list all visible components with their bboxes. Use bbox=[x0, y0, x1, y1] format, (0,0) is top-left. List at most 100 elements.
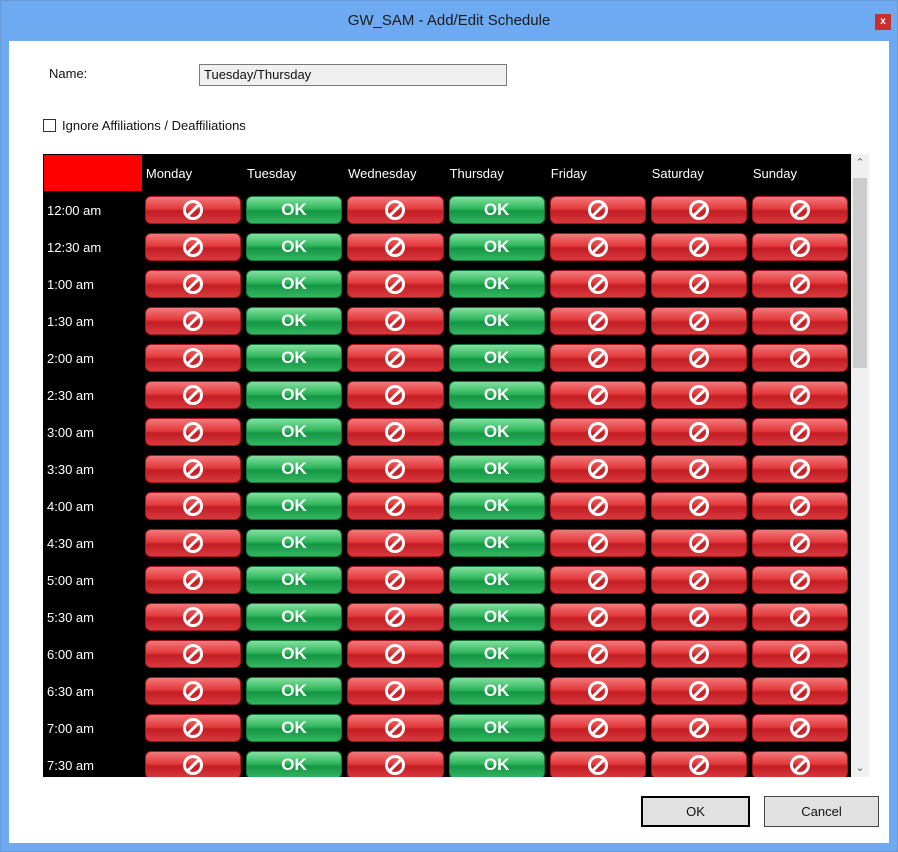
slot-allow-button[interactable]: OK bbox=[245, 196, 343, 224]
slot-deny-button[interactable] bbox=[144, 381, 241, 409]
slot-deny-button[interactable] bbox=[347, 714, 444, 742]
scroll-down-icon[interactable]: ⌄ bbox=[851, 759, 869, 777]
slot-deny-button[interactable] bbox=[144, 492, 241, 520]
slot-deny-button[interactable] bbox=[144, 344, 241, 372]
slot-allow-button[interactable]: OK bbox=[448, 418, 545, 446]
slot-deny-button[interactable] bbox=[549, 270, 646, 298]
slot-deny-button[interactable] bbox=[144, 307, 241, 335]
name-field[interactable]: Tuesday/Thursday bbox=[199, 64, 507, 86]
slot-deny-button[interactable] bbox=[347, 640, 444, 668]
slot-deny-button[interactable] bbox=[549, 381, 646, 409]
slot-deny-button[interactable] bbox=[144, 529, 241, 557]
slot-allow-button[interactable]: OK bbox=[245, 418, 343, 446]
slot-deny-button[interactable] bbox=[549, 603, 646, 631]
slot-deny-button[interactable] bbox=[650, 344, 747, 372]
slot-deny-button[interactable] bbox=[751, 714, 848, 742]
slot-deny-button[interactable] bbox=[751, 640, 848, 668]
slot-allow-button[interactable]: OK bbox=[448, 492, 545, 520]
slot-deny-button[interactable] bbox=[650, 640, 747, 668]
slot-deny-button[interactable] bbox=[549, 529, 646, 557]
slot-allow-button[interactable]: OK bbox=[245, 270, 343, 298]
slot-deny-button[interactable] bbox=[549, 455, 646, 483]
slot-allow-button[interactable]: OK bbox=[448, 714, 545, 742]
slot-allow-button[interactable]: OK bbox=[448, 677, 545, 705]
slot-deny-button[interactable] bbox=[347, 455, 444, 483]
slot-deny-button[interactable] bbox=[751, 270, 848, 298]
ignore-affiliations-row[interactable]: Ignore Affiliations / Deaffiliations bbox=[43, 118, 246, 133]
slot-deny-button[interactable] bbox=[347, 566, 444, 594]
slot-allow-button[interactable]: OK bbox=[448, 566, 545, 594]
slot-deny-button[interactable] bbox=[347, 270, 444, 298]
slot-deny-button[interactable] bbox=[144, 603, 241, 631]
slot-allow-button[interactable]: OK bbox=[245, 603, 343, 631]
slot-allow-button[interactable]: OK bbox=[245, 307, 343, 335]
slot-deny-button[interactable] bbox=[751, 307, 848, 335]
slot-deny-button[interactable] bbox=[144, 196, 241, 224]
slot-allow-button[interactable]: OK bbox=[448, 751, 545, 777]
slot-deny-button[interactable] bbox=[549, 677, 646, 705]
slot-allow-button[interactable]: OK bbox=[245, 492, 343, 520]
slot-allow-button[interactable]: OK bbox=[245, 677, 343, 705]
slot-deny-button[interactable] bbox=[549, 566, 646, 594]
slot-deny-button[interactable] bbox=[549, 196, 646, 224]
slot-deny-button[interactable] bbox=[751, 344, 848, 372]
slot-allow-button[interactable]: OK bbox=[245, 344, 343, 372]
slot-deny-button[interactable] bbox=[347, 307, 444, 335]
slot-deny-button[interactable] bbox=[751, 492, 848, 520]
slot-deny-button[interactable] bbox=[650, 603, 747, 631]
ignore-affiliations-checkbox[interactable] bbox=[43, 119, 56, 132]
slot-deny-button[interactable] bbox=[650, 418, 747, 446]
slot-deny-button[interactable] bbox=[347, 751, 444, 777]
slot-deny-button[interactable] bbox=[347, 418, 444, 446]
slot-allow-button[interactable]: OK bbox=[448, 455, 545, 483]
slot-deny-button[interactable] bbox=[650, 381, 747, 409]
slot-deny-button[interactable] bbox=[549, 233, 646, 261]
slot-allow-button[interactable]: OK bbox=[245, 640, 343, 668]
slot-deny-button[interactable] bbox=[650, 233, 747, 261]
slot-deny-button[interactable] bbox=[549, 418, 646, 446]
slot-deny-button[interactable] bbox=[650, 307, 747, 335]
slot-allow-button[interactable]: OK bbox=[448, 603, 545, 631]
slot-allow-button[interactable]: OK bbox=[448, 640, 545, 668]
slot-allow-button[interactable]: OK bbox=[245, 751, 343, 777]
slot-deny-button[interactable] bbox=[751, 566, 848, 594]
slot-deny-button[interactable] bbox=[751, 455, 848, 483]
slot-deny-button[interactable] bbox=[144, 640, 241, 668]
slot-allow-button[interactable]: OK bbox=[245, 714, 343, 742]
slot-deny-button[interactable] bbox=[144, 418, 241, 446]
slot-deny-button[interactable] bbox=[650, 566, 747, 594]
slot-allow-button[interactable]: OK bbox=[245, 529, 343, 557]
scroll-thumb[interactable] bbox=[853, 178, 867, 368]
slot-deny-button[interactable] bbox=[347, 492, 444, 520]
slot-deny-button[interactable] bbox=[650, 196, 747, 224]
grid-scrollbar[interactable]: ⌃ ⌄ bbox=[851, 154, 869, 777]
slot-deny-button[interactable] bbox=[347, 603, 444, 631]
slot-deny-button[interactable] bbox=[347, 196, 444, 224]
slot-allow-button[interactable]: OK bbox=[448, 196, 545, 224]
title-bar[interactable]: GW_SAM - Add/Edit Schedule x bbox=[1, 1, 897, 41]
slot-deny-button[interactable] bbox=[751, 381, 848, 409]
slot-allow-button[interactable]: OK bbox=[245, 233, 343, 261]
slot-allow-button[interactable]: OK bbox=[448, 233, 545, 261]
slot-deny-button[interactable] bbox=[144, 455, 241, 483]
slot-deny-button[interactable] bbox=[650, 677, 747, 705]
slot-deny-button[interactable] bbox=[650, 714, 747, 742]
slot-deny-button[interactable] bbox=[347, 677, 444, 705]
slot-deny-button[interactable] bbox=[549, 344, 646, 372]
slot-deny-button[interactable] bbox=[751, 603, 848, 631]
slot-allow-button[interactable]: OK bbox=[448, 529, 545, 557]
slot-deny-button[interactable] bbox=[751, 529, 848, 557]
slot-deny-button[interactable] bbox=[549, 714, 646, 742]
slot-allow-button[interactable]: OK bbox=[245, 381, 343, 409]
slot-deny-button[interactable] bbox=[347, 344, 444, 372]
slot-allow-button[interactable]: OK bbox=[448, 270, 545, 298]
slot-deny-button[interactable] bbox=[347, 529, 444, 557]
slot-allow-button[interactable]: OK bbox=[245, 566, 343, 594]
slot-deny-button[interactable] bbox=[144, 677, 241, 705]
slot-deny-button[interactable] bbox=[347, 381, 444, 409]
slot-deny-button[interactable] bbox=[549, 640, 646, 668]
slot-allow-button[interactable]: OK bbox=[448, 307, 545, 335]
slot-deny-button[interactable] bbox=[751, 751, 848, 777]
slot-deny-button[interactable] bbox=[751, 418, 848, 446]
slot-deny-button[interactable] bbox=[549, 307, 646, 335]
